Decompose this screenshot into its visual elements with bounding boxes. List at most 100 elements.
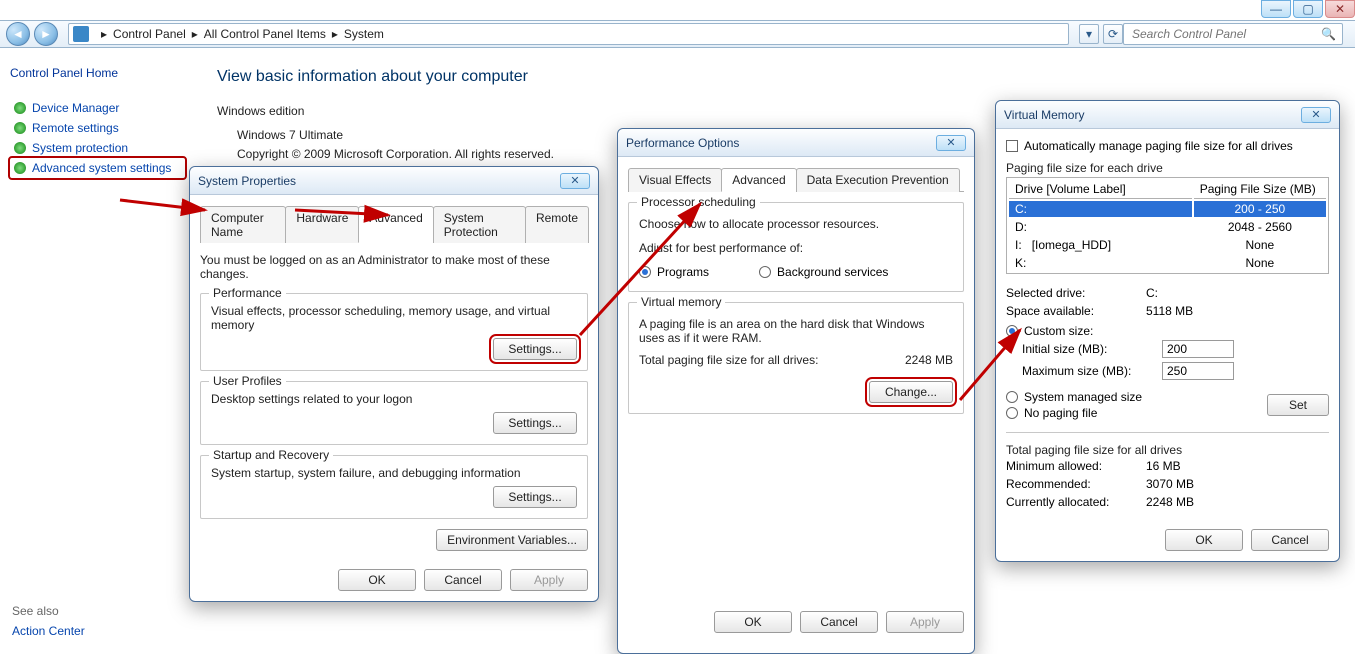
drive-table[interactable]: Drive [Volume Label] Paging File Size (M… xyxy=(1006,177,1329,274)
tab-computer-name[interactable]: Computer Name xyxy=(200,206,286,243)
initial-size-input[interactable] xyxy=(1162,340,1234,358)
drive-volume: [Iomega_HDD] xyxy=(1032,238,1111,252)
drive-row[interactable]: D: 2048 - 2560 xyxy=(1009,219,1326,235)
dialog-title: System Properties xyxy=(198,174,296,188)
change-button[interactable]: Change... xyxy=(869,381,953,403)
virtual-memory-group: Virtual memory A paging file is an area … xyxy=(628,302,964,414)
page-title: View basic information about your comput… xyxy=(217,68,1333,86)
maximum-size-input[interactable] xyxy=(1162,362,1234,380)
startup-recovery-group: Startup and Recovery System startup, sys… xyxy=(200,455,588,519)
processor-scheduling-group: Processor scheduling Choose how to alloc… xyxy=(628,202,964,292)
search-box[interactable]: 🔍 xyxy=(1123,23,1343,45)
minimize-button[interactable]: — xyxy=(1261,0,1291,18)
checkbox-label: Automatically manage paging file size fo… xyxy=(1024,139,1293,153)
currently-allocated-value: 2248 MB xyxy=(1146,493,1194,511)
ok-button[interactable]: OK xyxy=(1165,529,1243,551)
drive-letter: D: xyxy=(1015,220,1027,234)
refresh-button[interactable]: ⟳ xyxy=(1103,24,1123,44)
chevron-right-icon: ▸ xyxy=(332,27,338,41)
drive-row[interactable]: K: None xyxy=(1009,255,1326,271)
admin-note-text: You must be logged on as an Administrato… xyxy=(200,253,588,281)
paging-file-header: Paging file size for each drive xyxy=(1006,161,1329,175)
column-paging-file: Paging File Size (MB) xyxy=(1194,180,1326,199)
cancel-button[interactable]: Cancel xyxy=(1251,529,1329,551)
radio-custom-size[interactable]: Custom size: xyxy=(1006,324,1329,338)
window-chrome: — ▢ ✕ xyxy=(1259,0,1355,18)
radio-label: Background services xyxy=(777,265,888,279)
performance-options-dialog: Performance Options ✕ Visual Effects Adv… xyxy=(617,128,975,654)
group-legend: Performance xyxy=(209,286,286,300)
radio-background-services[interactable]: Background services xyxy=(759,265,888,279)
breadcrumb-item[interactable]: Control Panel xyxy=(113,27,186,41)
see-also-section: See also Action Center xyxy=(12,604,85,638)
nav-forward-button[interactable]: ► xyxy=(34,22,58,46)
control-panel-home-link[interactable]: Control Panel Home xyxy=(10,66,185,80)
dialog-close-button[interactable]: ✕ xyxy=(1301,107,1331,123)
dialog-close-button[interactable]: ✕ xyxy=(560,173,590,189)
maximize-button[interactable]: ▢ xyxy=(1293,0,1323,18)
tab-hardware[interactable]: Hardware xyxy=(285,206,359,243)
environment-variables-button[interactable]: Environment Variables... xyxy=(436,529,588,551)
chevron-right-icon: ▸ xyxy=(192,27,198,41)
radio-label: Programs xyxy=(657,265,709,279)
ok-button[interactable]: OK xyxy=(338,569,416,591)
tab-remote[interactable]: Remote xyxy=(525,206,589,243)
breadcrumb[interactable]: ▸ Control Panel ▸ All Control Panel Item… xyxy=(68,23,1069,45)
sysprops-tabstrip: Computer Name Hardware Advanced System P… xyxy=(200,205,588,243)
tab-visual-effects[interactable]: Visual Effects xyxy=(628,168,722,192)
auto-manage-checkbox[interactable]: Automatically manage paging file size fo… xyxy=(1006,139,1329,153)
tab-advanced[interactable]: Advanced xyxy=(721,168,796,192)
sidebar-item-device-manager[interactable]: Device Manager xyxy=(10,98,185,118)
radio-dot-icon xyxy=(639,266,651,278)
dialog-titlebar[interactable]: Performance Options ✕ xyxy=(618,129,974,157)
drive-letter: C: xyxy=(1015,202,1027,216)
address-controls: ▾ ⟳ xyxy=(1079,24,1123,44)
performance-settings-button[interactable]: Settings... xyxy=(493,338,577,360)
minimum-allowed-value: 16 MB xyxy=(1146,457,1181,475)
dialog-footer: OK Cancel Apply xyxy=(618,603,974,643)
nav-back-button[interactable]: ◄ xyxy=(6,22,30,46)
sidebar-item-advanced-system-settings[interactable]: Advanced system settings xyxy=(10,158,185,178)
control-panel-icon xyxy=(73,26,89,42)
sidebar-item-remote-settings[interactable]: Remote settings xyxy=(10,118,185,138)
search-input[interactable] xyxy=(1130,26,1321,42)
tab-system-protection[interactable]: System Protection xyxy=(433,206,526,243)
recommended-value: 3070 MB xyxy=(1146,475,1194,493)
close-button[interactable]: ✕ xyxy=(1325,0,1355,18)
divider xyxy=(1006,432,1329,433)
user-profiles-settings-button[interactable]: Settings... xyxy=(493,412,577,434)
breadcrumb-item[interactable]: System xyxy=(344,27,384,41)
address-dropdown-button[interactable]: ▾ xyxy=(1079,24,1099,44)
drive-row[interactable]: I: [Iomega_HDD] None xyxy=(1009,237,1326,253)
tab-advanced[interactable]: Advanced xyxy=(358,206,433,243)
apply-button[interactable]: Apply xyxy=(510,569,588,591)
perfopts-tabstrip: Visual Effects Advanced Data Execution P… xyxy=(628,167,964,192)
radio-label: System managed size xyxy=(1024,390,1142,404)
apply-button[interactable]: Apply xyxy=(886,611,964,633)
group-legend: Virtual memory xyxy=(637,295,725,309)
see-also-action-center[interactable]: Action Center xyxy=(12,624,85,638)
see-also-header: See also xyxy=(12,604,85,618)
sidebar-item-system-protection[interactable]: System protection xyxy=(10,138,185,158)
cancel-button[interactable]: Cancel xyxy=(424,569,502,591)
set-button[interactable]: Set xyxy=(1267,394,1329,416)
radio-programs[interactable]: Programs xyxy=(639,265,709,279)
dialog-close-button[interactable]: ✕ xyxy=(936,135,966,151)
checkbox-icon xyxy=(1006,140,1018,152)
startup-recovery-desc: System startup, system failure, and debu… xyxy=(211,466,577,480)
startup-recovery-settings-button[interactable]: Settings... xyxy=(493,486,577,508)
sidebar-item-label: Remote settings xyxy=(32,121,119,135)
radio-system-managed[interactable]: System managed size xyxy=(1006,390,1267,404)
dialog-titlebar[interactable]: System Properties ✕ xyxy=(190,167,598,195)
breadcrumb-item[interactable]: All Control Panel Items xyxy=(204,27,326,41)
selected-drive-label: Selected drive: xyxy=(1006,284,1136,302)
dialog-titlebar[interactable]: Virtual Memory ✕ xyxy=(996,101,1339,129)
ok-button[interactable]: OK xyxy=(714,611,792,633)
shield-icon xyxy=(14,122,26,134)
radio-no-paging-file[interactable]: No paging file xyxy=(1006,406,1267,420)
currently-allocated-label: Currently allocated: xyxy=(1006,493,1136,511)
recommended-label: Recommended: xyxy=(1006,475,1136,493)
drive-row[interactable]: C: 200 - 250 xyxy=(1009,201,1326,217)
cancel-button[interactable]: Cancel xyxy=(800,611,878,633)
tab-dep[interactable]: Data Execution Prevention xyxy=(796,168,960,192)
